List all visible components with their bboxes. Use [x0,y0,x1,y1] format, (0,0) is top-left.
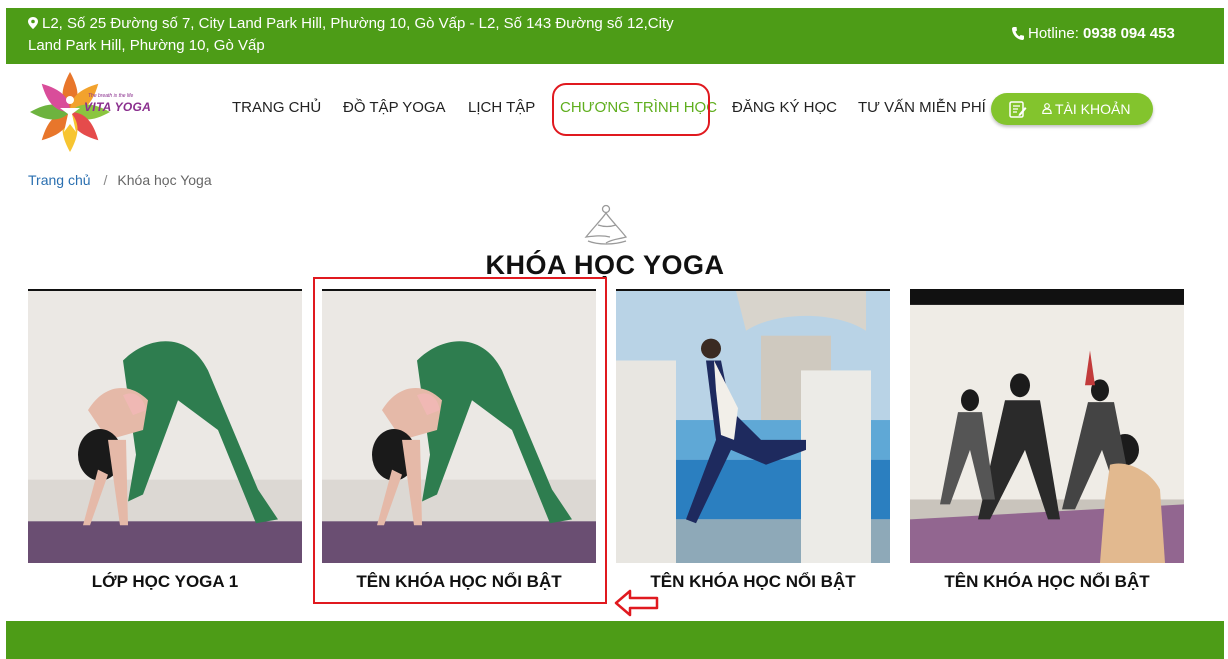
nav-annotation-highlight [552,83,710,136]
course-photo[interactable] [910,289,1184,563]
course-title[interactable]: TÊN KHÓA HỌC NỔI BẬT [910,572,1184,592]
phone-icon [1012,27,1024,40]
hotline-number[interactable]: 0938 094 453 [1083,25,1175,42]
breadcrumb-home-link[interactable]: Trang chủ [28,172,91,188]
logo-brand-text: VITA YOGA [84,100,152,114]
account-button[interactable]: TÀI KHOẢN [991,93,1153,125]
card-annotation-highlight [313,277,607,604]
account-button-label: TÀI KHOẢN [1055,101,1131,117]
footer-bar [6,621,1224,659]
address-block: L2, Số 25 Đường số 7, City Land Park Hil… [28,13,688,57]
register-notepad-icon [1009,101,1027,118]
course-title[interactable]: LỚP HỌC YOGA 1 [28,572,302,592]
logo-tagline: The breath is the life [88,93,134,99]
nav-item-do-tap-yoga[interactable]: ĐỒ TẬP YOGA [343,98,446,118]
annotation-arrow-icon [614,589,659,617]
breadcrumb-separator: / [103,172,108,188]
hotline-label: Hotline: [1028,25,1079,42]
map-pin-icon [28,17,38,29]
course-photo[interactable] [28,289,302,563]
yoga-pose-icon [584,204,628,245]
breadcrumb-current: Khóa học Yoga [117,172,212,188]
nav-item-dang-ky-hoc[interactable]: ĐĂNG KÝ HỌC [732,98,837,118]
nav-item-lich-tap[interactable]: LỊCH TẬP [468,98,535,118]
hotline[interactable]: Hotline: 0938 094 453 [1012,24,1175,44]
breadcrumb: Trang chủ / Khóa học Yoga [28,171,212,189]
user-icon [1042,103,1052,114]
nav-item-tu-van-mien-phi[interactable]: TƯ VẤN MIỄN PHÍ [858,98,986,118]
nav-item-trang-chu[interactable]: TRANG CHỦ [232,98,321,118]
course-photo[interactable] [616,289,890,563]
top-info-bar: L2, Số 25 Đường số 7, City Land Park Hil… [6,8,1224,64]
address-text: L2, Số 25 Đường số 7, City Land Park Hil… [28,15,674,54]
